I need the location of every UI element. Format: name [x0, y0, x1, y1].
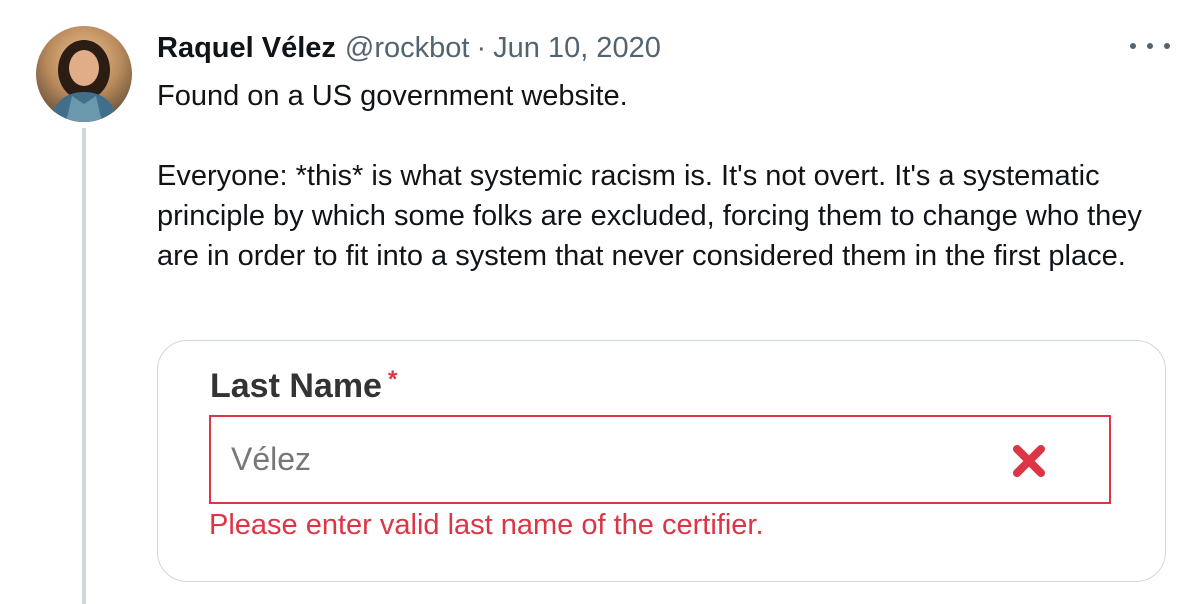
tweet[interactable]: Raquel Vélez @rockbot · Jun 10, 2020 Fou… [0, 0, 1202, 604]
author-display-name[interactable]: Raquel Vélez [157, 32, 336, 65]
tweet-date-link[interactable]: Jun 10, 2020 [493, 32, 661, 65]
avatar[interactable] [36, 26, 132, 122]
more-options-icon[interactable] [1130, 36, 1170, 56]
tweet-text-paragraph: Everyone: *this* is what systemic racism… [157, 160, 1142, 272]
more-dot [1130, 43, 1136, 49]
more-dot [1147, 43, 1153, 49]
tweet-text-line: Found on a US government website. [157, 80, 628, 112]
tweet-text: Found on a US government website. Everyo… [157, 76, 1177, 276]
thread-connector-line [82, 128, 86, 604]
tweet-header: Raquel Vélez @rockbot · Jun 10, 2020 [157, 28, 1172, 68]
required-marker: * [387, 366, 398, 393]
separator-dot: · [476, 31, 487, 64]
last-name-value: Vélez [231, 441, 312, 477]
more-dot [1164, 43, 1170, 49]
form-field-label: Last Name * [210, 366, 398, 406]
last-name-input: Vélez [209, 415, 1111, 504]
error-x-icon [1013, 445, 1045, 477]
field-label-text: Last Name [210, 367, 382, 405]
user-avatar-icon [36, 26, 132, 122]
author-handle[interactable]: @rockbot [345, 32, 470, 65]
validation-error-message: Please enter valid last name of the cert… [209, 509, 764, 541]
tweet-image[interactable]: Last Name * Vélez Please enter valid last… [157, 340, 1166, 582]
